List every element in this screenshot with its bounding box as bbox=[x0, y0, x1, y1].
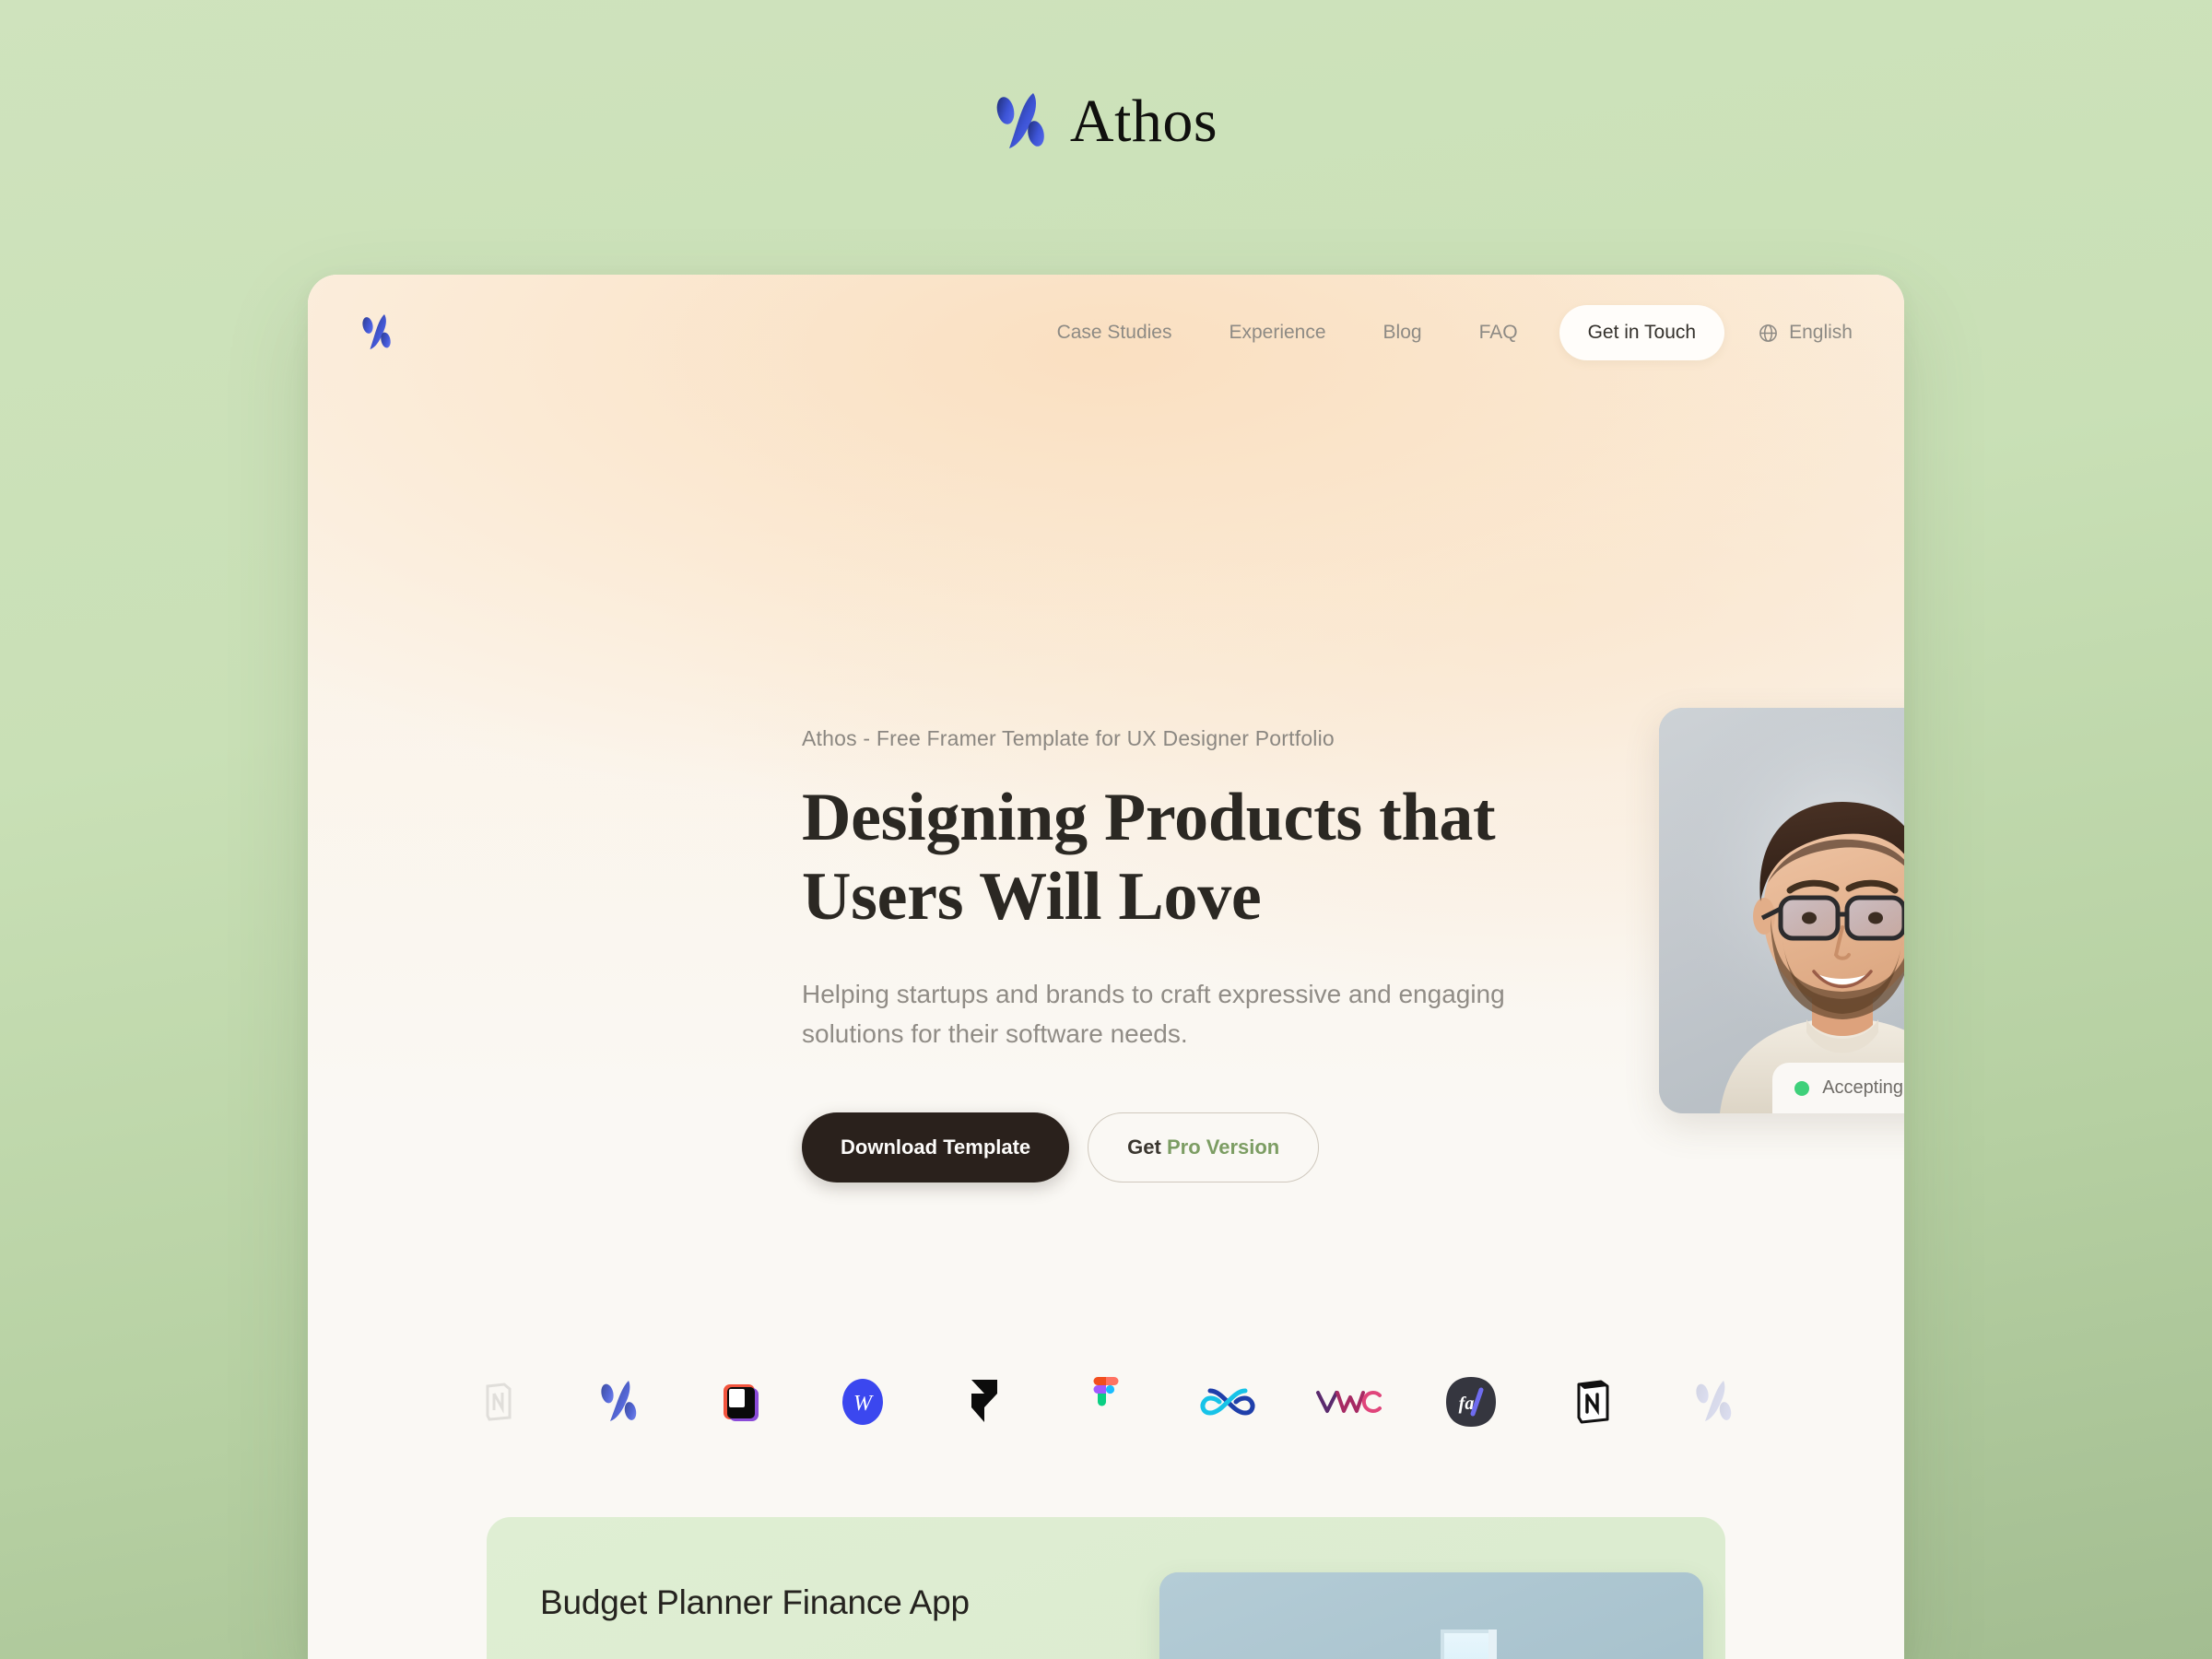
status-label: Accepting new Clients bbox=[1822, 1077, 1904, 1098]
logo-item: fa bbox=[1410, 1375, 1532, 1429]
logo-item bbox=[559, 1377, 680, 1427]
brand-lockup: Athos bbox=[0, 88, 2212, 156]
hero-subheading: Helping startups and brands to craft exp… bbox=[802, 979, 1505, 1049]
athos-logo-faded bbox=[1696, 1381, 1732, 1421]
athos-logo bbox=[601, 1381, 637, 1421]
logo-item bbox=[1532, 1379, 1653, 1425]
project-description: With user-centered approach, the goals w… bbox=[540, 1650, 1112, 1659]
nav-link-experience[interactable]: Experience bbox=[1200, 322, 1354, 344]
fa-slash-logo: fa bbox=[1446, 1377, 1496, 1427]
project-card-budget-planner[interactable]: Budget Planner Finance App With user-cen… bbox=[487, 1517, 1725, 1659]
hero-headline: Designing Products that Users Will Love bbox=[802, 779, 1631, 937]
client-logo-strip: W fa bbox=[308, 1351, 1904, 1453]
vwo-logo bbox=[1316, 1391, 1382, 1413]
get-in-touch-button[interactable]: Get in Touch bbox=[1559, 305, 1725, 360]
notion-clipped-logo bbox=[486, 1382, 512, 1421]
nav-link-faq[interactable]: FAQ bbox=[1451, 322, 1547, 344]
framer-logo bbox=[971, 1380, 997, 1422]
figma-logo bbox=[1093, 1377, 1119, 1406]
logo-item bbox=[1045, 1377, 1167, 1427]
hero-section: Athos - Free Framer Template for UX Desi… bbox=[802, 708, 1904, 1183]
hero-eyebrow: Athos - Free Framer Template for UX Desi… bbox=[802, 726, 1335, 750]
square-overlap-logo bbox=[724, 1384, 759, 1421]
language-label: English bbox=[1789, 322, 1853, 343]
language-selector[interactable]: English bbox=[1758, 322, 1853, 344]
globe-icon bbox=[1759, 324, 1778, 342]
notion-logo bbox=[1577, 1380, 1609, 1424]
svg-text:W: W bbox=[853, 1392, 874, 1416]
download-template-button[interactable]: Download Template bbox=[802, 1112, 1070, 1183]
get-pro-version-button[interactable]: Get Pro Version bbox=[1088, 1112, 1320, 1183]
nav-link-case-studies[interactable]: Case Studies bbox=[1029, 322, 1201, 344]
portrait-photo bbox=[1659, 708, 1904, 1113]
infinity-logo bbox=[1200, 1388, 1255, 1416]
site-preview-card: Case Studies Experience Blog FAQ Get in … bbox=[308, 275, 1904, 1659]
get-pro-accent: Pro Version bbox=[1166, 1135, 1280, 1159]
project-thumbnail bbox=[1159, 1572, 1703, 1659]
status-badge: Accepting new Clients bbox=[1772, 1063, 1904, 1113]
hero-button-row: Download Template Get Pro Version bbox=[802, 1112, 1631, 1183]
hero-headline-line-2: Users Will Love bbox=[802, 858, 1262, 935]
athos-mark-icon bbox=[996, 93, 1044, 148]
site-navbar: Case Studies Experience Blog FAQ Get in … bbox=[308, 275, 1904, 391]
brand-wordmark: Athos bbox=[1069, 88, 1218, 155]
status-dot-icon bbox=[1794, 1080, 1810, 1096]
logo-item bbox=[1653, 1377, 1775, 1427]
logo-item bbox=[680, 1378, 802, 1426]
hero-headline-line-1: Designing Products that bbox=[802, 780, 1496, 855]
navbar-right-group: Case Studies Experience Blog FAQ Get in … bbox=[1029, 305, 1853, 360]
logo-item bbox=[437, 1382, 559, 1421]
get-pro-prefix: Get bbox=[1127, 1135, 1167, 1159]
hero-portrait-wrapper: Accepting new Clients bbox=[1659, 708, 1904, 1113]
webflow-logo: W bbox=[842, 1379, 883, 1425]
nav-link-blog[interactable]: Blog bbox=[1355, 322, 1451, 344]
athos-mark-icon[interactable] bbox=[361, 312, 393, 354]
logo-item: W bbox=[802, 1376, 924, 1428]
hero-copy: Athos - Free Framer Template for UX Desi… bbox=[802, 726, 1631, 1183]
project-card-copy: Budget Planner Finance App With user-cen… bbox=[540, 1572, 1112, 1659]
logo-item bbox=[924, 1378, 1045, 1426]
logo-item bbox=[1288, 1388, 1410, 1416]
staircase-door-illustration bbox=[1159, 1572, 1703, 1659]
project-title: Budget Planner Finance App bbox=[540, 1583, 970, 1621]
portrait-card: Accepting new Clients bbox=[1659, 708, 1904, 1113]
logo-item bbox=[1167, 1383, 1288, 1420]
